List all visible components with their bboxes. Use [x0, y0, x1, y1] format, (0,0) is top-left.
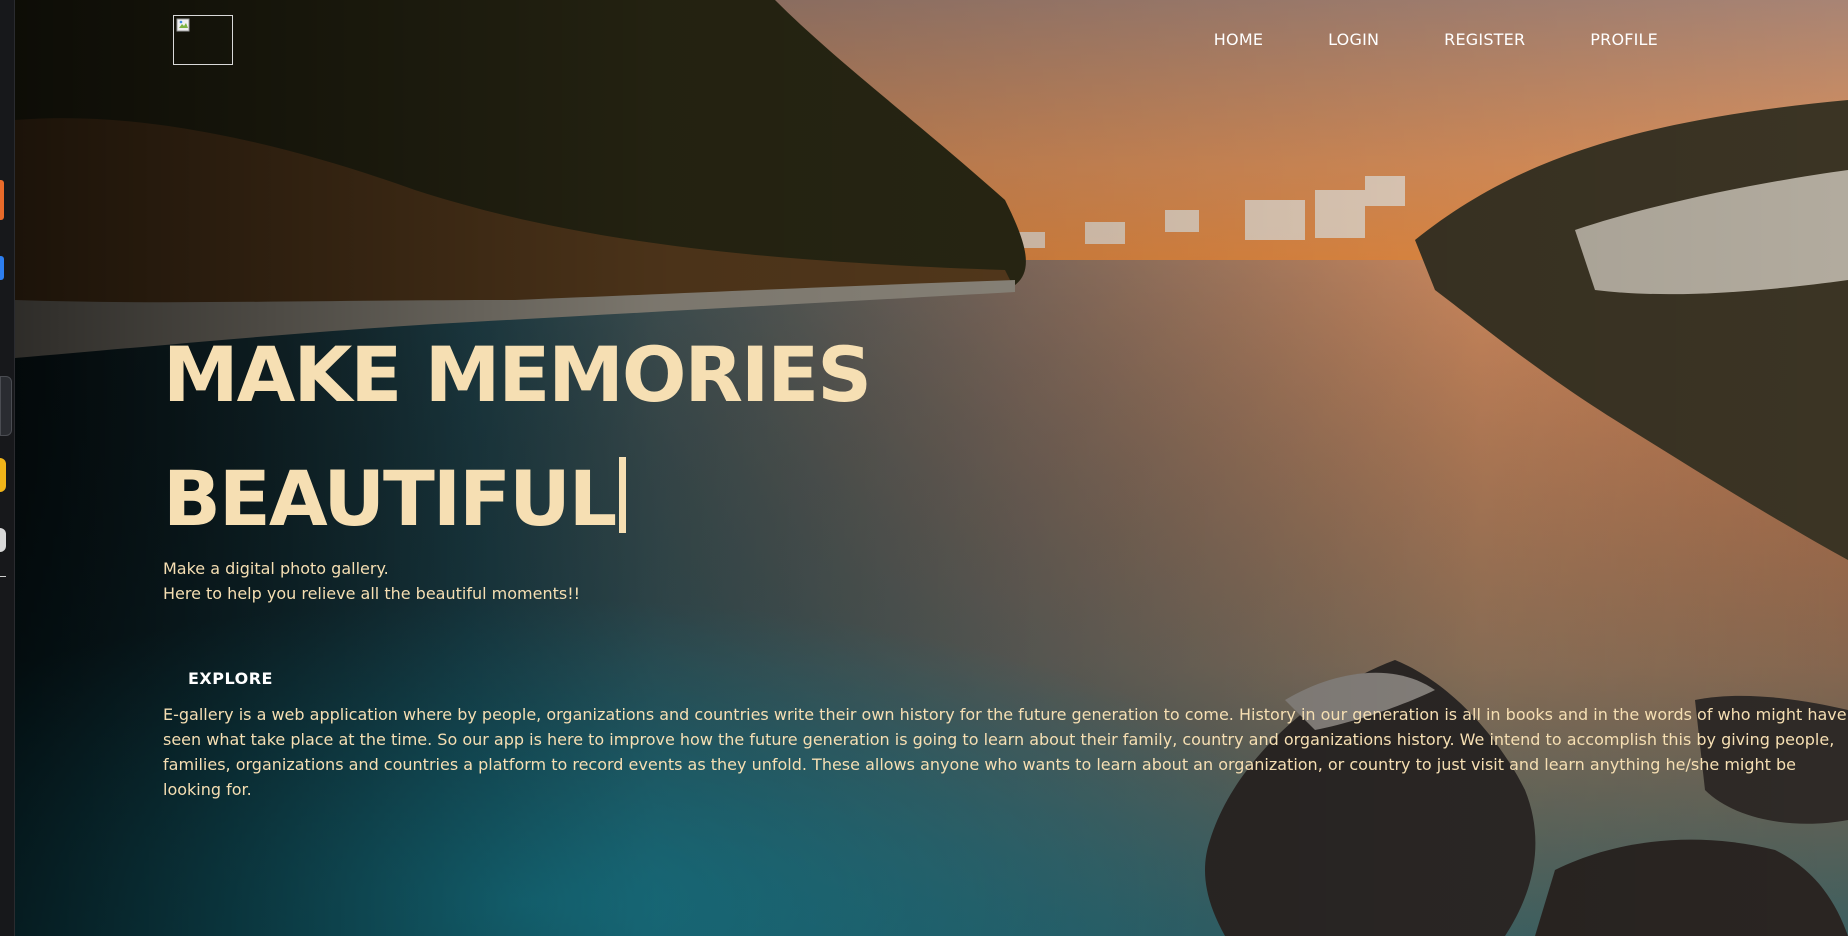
edge-tab-white: [0, 528, 6, 552]
edge-tab-yellow: [0, 458, 6, 492]
hero-typed-word: BEAUTIFUL: [163, 454, 617, 543]
hero-headline-line2: BEAUTIFUL: [163, 457, 627, 537]
nav-profile-link[interactable]: PROFILE: [1590, 30, 1658, 49]
tagline-line2: Here to help you relieve all the beautif…: [163, 584, 581, 603]
window-edge-strip: [0, 0, 15, 936]
edge-tab-blue: [0, 256, 4, 280]
top-nav: HOME LOGIN REGISTER PROFILE: [1214, 30, 1658, 49]
site-logo[interactable]: [173, 15, 233, 65]
edge-tab-orange: [0, 180, 4, 220]
edge-tab-active: [0, 376, 12, 436]
hero-tagline: Make a digital photo gallery. Here to he…: [163, 556, 580, 606]
nav-home-link[interactable]: HOME: [1214, 30, 1263, 49]
explore-button[interactable]: EXPLORE: [188, 669, 273, 688]
broken-image-icon: [176, 18, 190, 32]
about-description: E-gallery is a web application where by …: [163, 705, 1847, 799]
tagline-line1: Make a digital photo gallery.: [163, 559, 389, 578]
edge-divider: [0, 576, 6, 577]
hero-headline-line1: MAKE MEMORIES: [163, 330, 872, 419]
typing-caret: [619, 457, 627, 533]
nav-login-link[interactable]: LOGIN: [1328, 30, 1379, 49]
nav-register-link[interactable]: REGISTER: [1444, 30, 1525, 49]
